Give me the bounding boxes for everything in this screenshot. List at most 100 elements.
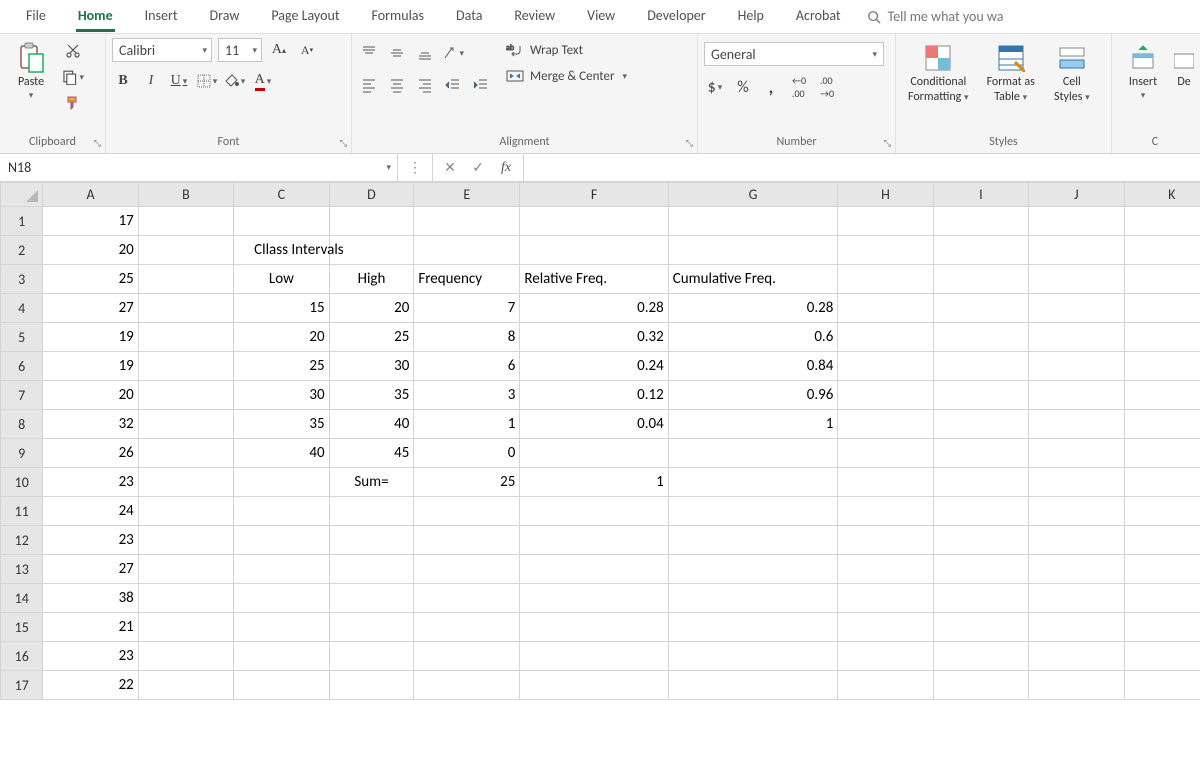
worksheet-grid[interactable]: A B C D E F G H I J K 117220Cllass Inter… bbox=[0, 182, 1200, 762]
cell-C17[interactable] bbox=[234, 671, 329, 700]
cell-B6[interactable] bbox=[138, 352, 233, 381]
cell-K12[interactable] bbox=[1124, 526, 1200, 555]
insert-cells-button[interactable]: Insert ▾ bbox=[1118, 38, 1168, 105]
cell-G9[interactable] bbox=[668, 439, 838, 468]
row-header-6[interactable]: 6 bbox=[1, 352, 43, 381]
cell-F5[interactable]: 0.32 bbox=[520, 323, 668, 352]
percent-format-button[interactable]: % bbox=[732, 76, 754, 98]
cell-H1[interactable] bbox=[838, 207, 933, 236]
cell-H12[interactable] bbox=[838, 526, 933, 555]
cell-E7[interactable]: 3 bbox=[414, 381, 520, 410]
align-right-button[interactable] bbox=[414, 74, 436, 96]
cell-B8[interactable] bbox=[138, 410, 233, 439]
cell-E14[interactable] bbox=[414, 584, 520, 613]
cell-C14[interactable] bbox=[234, 584, 329, 613]
cell-F17[interactable] bbox=[520, 671, 668, 700]
format-as-table-button[interactable]: Format as Table ▾ bbox=[981, 38, 1041, 108]
cell-H4[interactable] bbox=[838, 294, 933, 323]
cell-J1[interactable] bbox=[1029, 207, 1124, 236]
cell-E11[interactable] bbox=[414, 497, 520, 526]
cell-A2[interactable]: 20 bbox=[43, 236, 138, 265]
align-left-button[interactable] bbox=[358, 74, 380, 96]
col-header-K[interactable]: K bbox=[1124, 183, 1200, 207]
increase-indent-button[interactable] bbox=[470, 74, 492, 96]
cell-D13[interactable] bbox=[329, 555, 414, 584]
col-header-E[interactable]: E bbox=[414, 183, 520, 207]
cell-K6[interactable] bbox=[1124, 352, 1200, 381]
cell-H15[interactable] bbox=[838, 613, 933, 642]
cell-E4[interactable]: 7 bbox=[414, 294, 520, 323]
cell-F15[interactable] bbox=[520, 613, 668, 642]
row-header-10[interactable]: 10 bbox=[1, 468, 43, 497]
cell-I7[interactable] bbox=[933, 381, 1028, 410]
row-header-3[interactable]: 3 bbox=[1, 265, 43, 294]
row-header-12[interactable]: 12 bbox=[1, 526, 43, 555]
cell-E17[interactable] bbox=[414, 671, 520, 700]
cell-K3[interactable] bbox=[1124, 265, 1200, 294]
cell-B7[interactable] bbox=[138, 381, 233, 410]
cell-H10[interactable] bbox=[838, 468, 933, 497]
cell-B16[interactable] bbox=[138, 642, 233, 671]
cell-A15[interactable]: 21 bbox=[43, 613, 138, 642]
cell-B4[interactable] bbox=[138, 294, 233, 323]
cell-I16[interactable] bbox=[933, 642, 1028, 671]
formula-input[interactable] bbox=[524, 154, 1200, 181]
tab-review[interactable]: Review bbox=[498, 1, 571, 32]
copy-button[interactable]: ▾ bbox=[62, 66, 84, 88]
cell-G8[interactable]: 1 bbox=[668, 410, 838, 439]
paste-button[interactable]: Paste ▾ bbox=[6, 38, 56, 105]
cell-C6[interactable]: 25 bbox=[234, 352, 329, 381]
cell-K5[interactable] bbox=[1124, 323, 1200, 352]
tab-file[interactable]: File bbox=[10, 1, 62, 32]
format-painter-button[interactable] bbox=[62, 92, 84, 114]
row-header-16[interactable]: 16 bbox=[1, 642, 43, 671]
cell-styles-button[interactable]: Cell Styles ▾ bbox=[1047, 38, 1097, 108]
expand-formula-button[interactable]: ⋮ bbox=[402, 157, 428, 179]
col-header-F[interactable]: F bbox=[520, 183, 668, 207]
row-header-1[interactable]: 1 bbox=[1, 207, 43, 236]
cell-E10[interactable]: 25 bbox=[414, 468, 520, 497]
row-header-17[interactable]: 17 bbox=[1, 671, 43, 700]
cell-I3[interactable] bbox=[933, 265, 1028, 294]
cell-K9[interactable] bbox=[1124, 439, 1200, 468]
cell-J10[interactable] bbox=[1029, 468, 1124, 497]
cell-A8[interactable]: 32 bbox=[43, 410, 138, 439]
cell-G1[interactable] bbox=[668, 207, 838, 236]
col-header-G[interactable]: G bbox=[668, 183, 838, 207]
cell-D11[interactable] bbox=[329, 497, 414, 526]
tab-help[interactable]: Help bbox=[722, 1, 780, 32]
cell-J3[interactable] bbox=[1029, 265, 1124, 294]
font-launcher[interactable]: ⤡ bbox=[340, 138, 347, 149]
cell-D14[interactable] bbox=[329, 584, 414, 613]
cell-G4[interactable]: 0.28 bbox=[668, 294, 838, 323]
cell-A14[interactable]: 38 bbox=[43, 584, 138, 613]
cell-I14[interactable] bbox=[933, 584, 1028, 613]
cell-G15[interactable] bbox=[668, 613, 838, 642]
cell-I2[interactable] bbox=[933, 236, 1028, 265]
tab-home[interactable]: Home bbox=[62, 1, 129, 32]
font-color-button[interactable]: A▾ bbox=[252, 70, 274, 92]
row-header-13[interactable]: 13 bbox=[1, 555, 43, 584]
tab-acrobat[interactable]: Acrobat bbox=[780, 1, 857, 32]
cell-I15[interactable] bbox=[933, 613, 1028, 642]
cell-B15[interactable] bbox=[138, 613, 233, 642]
cell-F1[interactable] bbox=[520, 207, 668, 236]
cell-E12[interactable] bbox=[414, 526, 520, 555]
comma-format-button[interactable]: , bbox=[760, 76, 782, 98]
cancel-formula-button[interactable]: ✕ bbox=[437, 157, 463, 179]
cell-K10[interactable] bbox=[1124, 468, 1200, 497]
cell-K2[interactable] bbox=[1124, 236, 1200, 265]
cell-F16[interactable] bbox=[520, 642, 668, 671]
col-header-C[interactable]: C bbox=[234, 183, 329, 207]
row-header-9[interactable]: 9 bbox=[1, 439, 43, 468]
cell-H2[interactable] bbox=[838, 236, 933, 265]
cell-K16[interactable] bbox=[1124, 642, 1200, 671]
cell-B12[interactable] bbox=[138, 526, 233, 555]
cell-H11[interactable] bbox=[838, 497, 933, 526]
cell-J4[interactable] bbox=[1029, 294, 1124, 323]
cell-B17[interactable] bbox=[138, 671, 233, 700]
cell-F12[interactable] bbox=[520, 526, 668, 555]
cell-J7[interactable] bbox=[1029, 381, 1124, 410]
row-header-11[interactable]: 11 bbox=[1, 497, 43, 526]
cell-C3[interactable]: Low bbox=[234, 265, 329, 294]
